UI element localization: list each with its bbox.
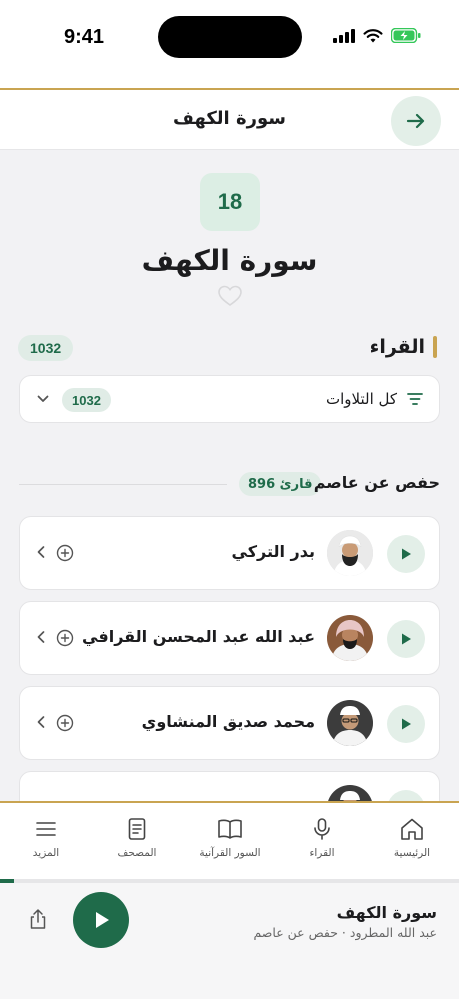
chevron-left-icon <box>37 716 45 728</box>
mini-player[interactable]: سورة الكهف عبد الله المطرود · حفص عن عاص… <box>0 879 459 999</box>
tab-surahs[interactable]: السور القرآنية <box>190 817 270 859</box>
mushaf-icon <box>128 818 146 840</box>
avatar <box>327 530 373 576</box>
section-accent-bar <box>433 336 437 358</box>
chevron-left-icon <box>37 546 45 558</box>
playback-progress-track[interactable] <box>0 879 459 883</box>
player-subtitle: عبد الله المطرود · حفص عن عاصم <box>253 925 437 940</box>
tab-label: المزيد <box>32 847 60 859</box>
menu-icon <box>36 822 56 836</box>
tab-label: الرئيسية <box>393 847 431 859</box>
wifi-icon <box>363 28 383 42</box>
status-time: 9:41 <box>64 26 105 48</box>
play-button[interactable] <box>387 535 425 573</box>
tab-reciters[interactable]: القراء <box>282 817 362 859</box>
add-circle-icon[interactable] <box>56 714 74 732</box>
home-icon <box>401 818 423 840</box>
tab-label: المصحف <box>117 847 157 859</box>
reciter-portrait <box>327 530 373 576</box>
reciters-count-badge: 1032 <box>18 335 74 361</box>
filter-count-badge: 1032 <box>62 388 111 412</box>
player-title: سورة الكهف <box>336 903 437 922</box>
play-icon <box>96 912 109 928</box>
filter-label: كل التلاوات <box>325 390 397 408</box>
play-button[interactable] <box>387 620 425 658</box>
chevron-left-icon <box>37 631 45 643</box>
heart-icon[interactable] <box>217 284 243 308</box>
filter-icon <box>407 393 423 405</box>
tab-label: السور القرآنية <box>199 847 261 859</box>
tab-label: القراء <box>309 847 335 859</box>
cellular-signal-icon <box>333 28 355 43</box>
tab-mushaf[interactable]: المصحف <box>97 817 177 859</box>
riwaya-count-badge: 896 قارئ <box>239 472 322 496</box>
reciter-card[interactable]: محمد صديق المنشاوي <box>19 686 440 760</box>
add-circle-icon[interactable] <box>56 544 74 562</box>
player-play-button[interactable] <box>73 892 129 948</box>
surah-number-badge: 18 <box>200 173 260 231</box>
status-bar: 9:41 <box>0 0 459 88</box>
riwaya-title: حفص عن عاصم <box>313 473 440 492</box>
open-book-icon <box>218 819 242 839</box>
microphone-icon <box>314 818 330 840</box>
reciter-name: عبد الله عبد المحسن القرافي <box>82 627 315 646</box>
navigation-header: سورة الكهف <box>0 88 459 150</box>
reciter-name: محمد صديق المنشاوي <box>141 712 315 731</box>
recitations-filter-dropdown[interactable]: كل التلاوات 1032 <box>19 375 440 423</box>
reciter-card[interactable]: بدر التركي <box>19 516 440 590</box>
reciters-section-title: القراء <box>370 336 437 358</box>
share-icon[interactable] <box>28 908 48 930</box>
reciter-card[interactable]: عبد الله عبد المحسن القرافي <box>19 601 440 675</box>
tab-more[interactable]: المزيد <box>6 817 86 859</box>
add-circle-icon[interactable] <box>56 629 74 647</box>
tab-home[interactable]: الرئيسية <box>372 817 452 859</box>
bottom-tab-bar: الرئيسية القراء السور القرآنية المصحف ال… <box>0 801 459 879</box>
avatar <box>327 615 373 661</box>
riwaya-group-header: 896 قارئ حفص عن عاصم <box>19 472 440 496</box>
battery-charging-icon <box>391 28 421 43</box>
reciter-portrait <box>327 700 373 746</box>
avatar <box>327 700 373 746</box>
status-icons <box>333 28 421 43</box>
divider <box>19 484 227 485</box>
play-icon <box>402 718 411 730</box>
play-icon <box>402 548 411 560</box>
reciter-name: بدر التركي <box>231 542 316 561</box>
arrow-right-icon <box>406 113 425 129</box>
dynamic-island <box>158 16 302 58</box>
playback-progress-fill <box>0 879 14 883</box>
back-button[interactable] <box>391 96 441 146</box>
surah-title: سورة الكهف <box>141 244 318 277</box>
chevron-down-icon <box>37 395 49 402</box>
reciter-portrait <box>327 615 373 661</box>
play-icon <box>402 633 411 645</box>
reciters-section-label: القراء <box>369 336 425 358</box>
play-button[interactable] <box>387 705 425 743</box>
